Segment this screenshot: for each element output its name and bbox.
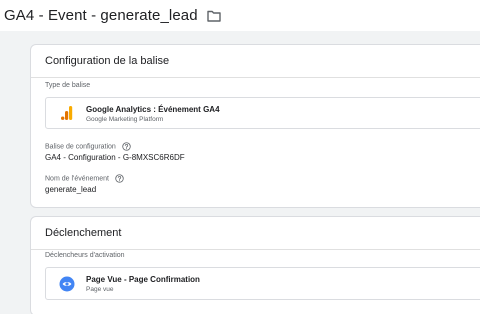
tag-title[interactable]: GA4 - Event - generate_lead [4,7,198,24]
help-icon[interactable] [122,142,131,151]
tag-type-label: Type de balise [45,82,91,89]
eye-icon [59,276,75,292]
triggering-card[interactable]: Déclenchement Déclencheurs d'activation … [30,216,480,314]
tag-type-row[interactable]: Google Analytics : Événement GA4 Google … [45,97,480,129]
tag-type-name: Google Analytics : Événement GA4 [86,105,220,114]
trigger-name: Page Vue - Page Confirmation [86,275,200,284]
trigger-row[interactable]: Page Vue - Page Confirmation Page vue [45,267,480,300]
event-name-label: Nom de l'événement [45,175,109,183]
firing-triggers-label: Déclencheurs d'activation [45,252,125,259]
tag-configuration-heading: Configuration de la balise [31,45,480,78]
event-name-value: generate_lead [45,185,97,194]
triggering-heading: Déclenchement [31,217,480,250]
tag-header-bar: GA4 - Event - generate_lead [0,0,480,31]
config-tag-label: Balise de configuration [45,143,116,151]
config-tag-value: GA4 - Configuration - G-8MXSC6R6DF [45,153,185,162]
tag-type-platform: Google Marketing Platform [86,116,164,123]
google-analytics-icon [61,106,73,120]
help-icon[interactable] [115,174,124,183]
trigger-type: Page vue [86,286,114,293]
config-tag-label-wrap: Balise de configuration [45,142,131,151]
event-name-label-wrap: Nom de l'événement [45,174,124,183]
tag-configuration-card[interactable]: Configuration de la balise Type de balis… [30,44,480,208]
folder-icon[interactable] [206,10,221,22]
